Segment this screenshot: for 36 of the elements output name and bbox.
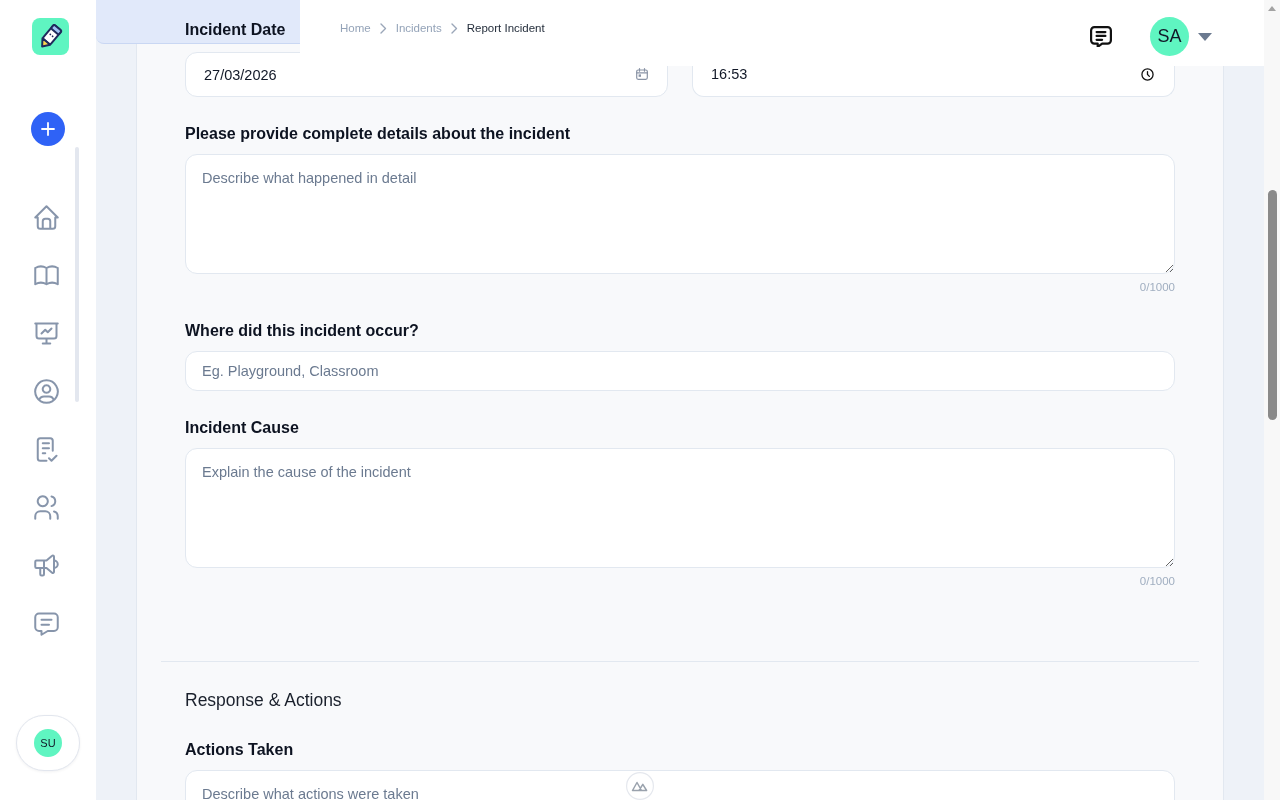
- presentation-chart-icon[interactable]: [33, 321, 59, 346]
- scrollbar-thumb[interactable]: [1267, 190, 1277, 420]
- peaks-icon[interactable]: [626, 772, 654, 800]
- user-avatar: SU: [34, 729, 62, 757]
- field-label: Incident Cause: [185, 418, 299, 438]
- plus-icon: [41, 122, 55, 136]
- add-button[interactable]: [31, 112, 65, 146]
- caret-down-icon[interactable]: [1198, 32, 1212, 41]
- section-title: Response & Actions: [185, 689, 342, 711]
- chat-icon[interactable]: [1090, 26, 1112, 47]
- page-scrollbar[interactable]: [1264, 0, 1280, 800]
- user-menu-button[interactable]: SU: [16, 715, 80, 771]
- calendar-icon[interactable]: [636, 68, 648, 80]
- text-input[interactable]: Eg. Playground, Classroom: [185, 351, 1175, 391]
- user-avatar[interactable]: SA: [1150, 17, 1189, 56]
- field-label: Incident Date: [185, 20, 286, 40]
- text-area[interactable]: Explain the cause of the incident: [185, 448, 1175, 568]
- book-icon[interactable]: [33, 263, 59, 288]
- field-label: Please provide complete details about the incident: [185, 124, 570, 144]
- field-label: Actions Taken: [185, 740, 294, 760]
- text-area[interactable]: Describe what actions were taken: [185, 770, 1175, 800]
- message-icon[interactable]: [33, 611, 59, 636]
- users-icon[interactable]: [33, 495, 59, 520]
- breadcrumb-current: Report Incident: [466, 21, 545, 35]
- character-counter: 0/1000: [1139, 574, 1175, 588]
- pencil-logo-icon[interactable]: [32, 18, 69, 55]
- chevron-right-icon: [379, 22, 387, 34]
- time-field[interactable]: 16:53: [692, 66, 1175, 97]
- character-counter: 0/1000: [1139, 280, 1175, 294]
- field-label: Where did this incident occur?: [185, 321, 419, 341]
- clock-icon[interactable]: [1141, 68, 1154, 81]
- text-area[interactable]: Describe what happened in detail: [185, 154, 1175, 274]
- scroll-up-arrow-icon[interactable]: [1268, 6, 1276, 11]
- chevron-right-icon: [450, 22, 458, 34]
- home-icon[interactable]: [33, 205, 59, 230]
- megaphone-icon[interactable]: [33, 553, 59, 578]
